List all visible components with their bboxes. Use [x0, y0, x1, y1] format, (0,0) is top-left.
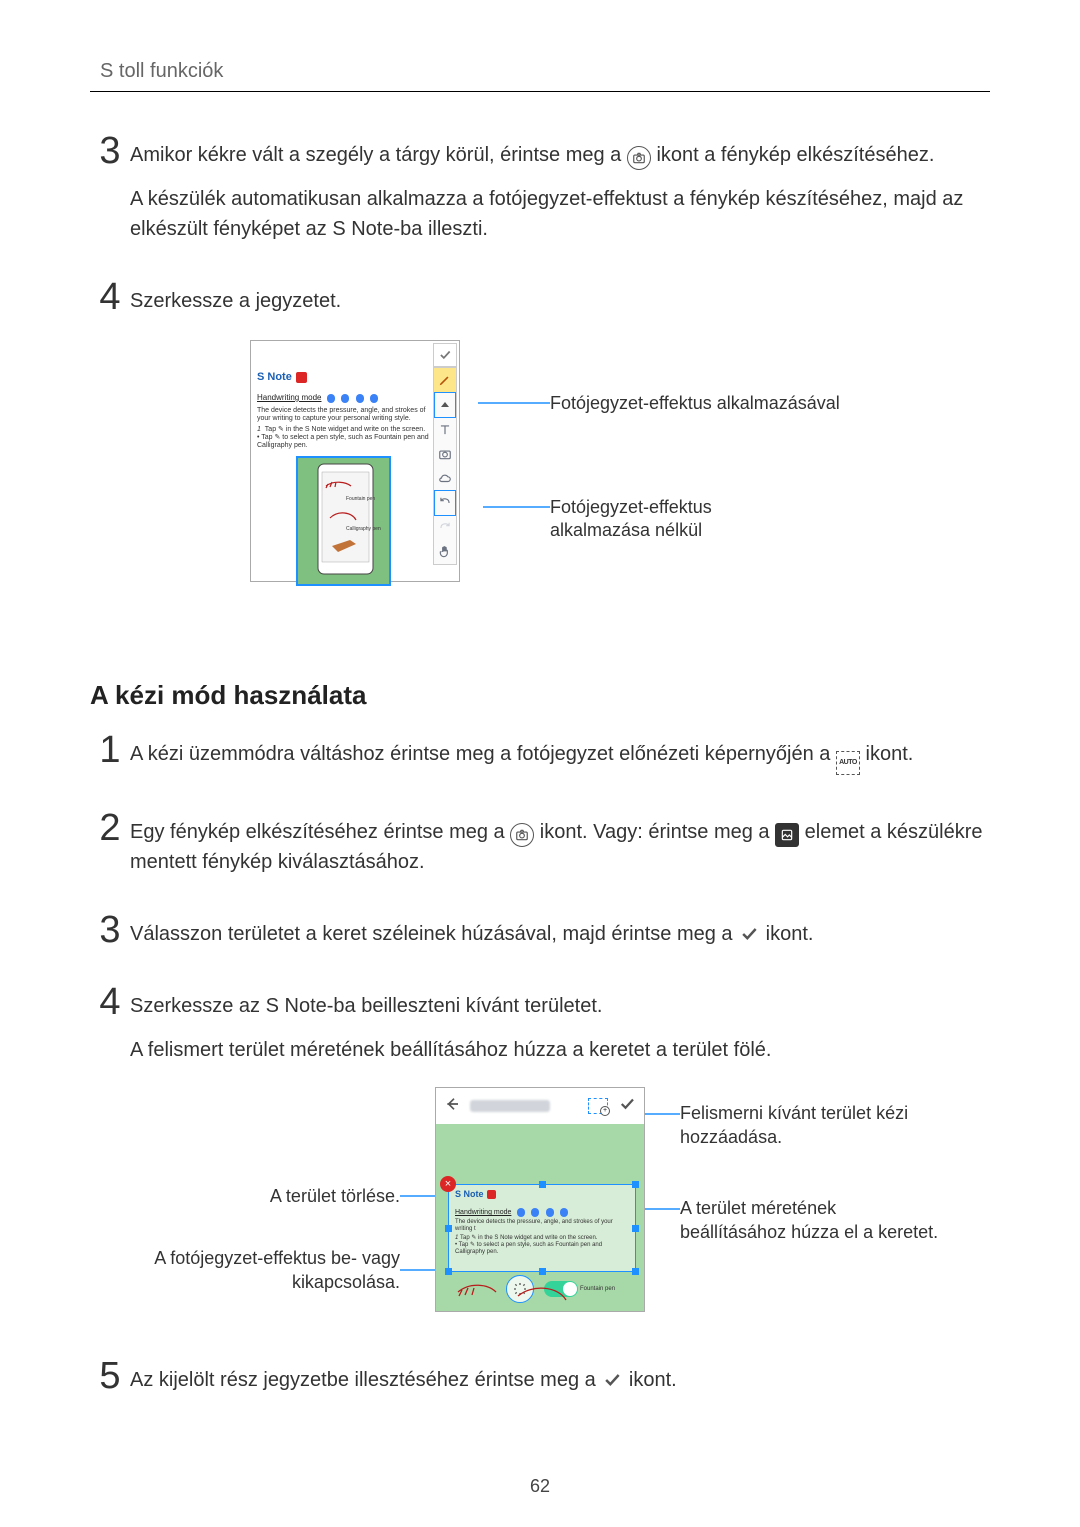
add-area-icon: +: [588, 1098, 608, 1114]
text: Szerkessze az S Note-ba beilleszteni kív…: [130, 991, 990, 1021]
step-bottom-4: 4 Szerkessze az S Note-ba beilleszteni k…: [90, 983, 990, 1079]
step-body: Válasszon területet a keret széleinek hú…: [130, 911, 990, 963]
check-icon: [618, 1095, 636, 1118]
badge-icon: [517, 1208, 525, 1217]
text: A kézi üzemmódra váltáshoz érintse meg a…: [130, 743, 836, 765]
camera-icon: [434, 442, 456, 466]
step-bottom-1: 1 A kézi üzemmódra váltáshoz érintse meg…: [90, 731, 990, 789]
badge-icon: [560, 1208, 568, 1217]
snote-title: S Note: [455, 1189, 484, 1199]
up-triangle-icon: [434, 392, 456, 418]
cloud-icon: [434, 466, 456, 490]
desc: 1 Tap ✎ in the S Note widget and write o…: [455, 1235, 629, 1256]
callout-delete-area: A terület törlése.: [150, 1185, 400, 1208]
check-icon: [433, 343, 457, 367]
text: ikont a fénykép elkészítéséhez.: [656, 144, 934, 166]
undo-icon: [434, 490, 456, 516]
text: Válasszon területet a keret széleinek hú…: [130, 923, 738, 945]
step-bottom-3: 3 Válasszon területet a keret széleinek …: [90, 911, 990, 963]
gallery-icon: [775, 823, 799, 847]
camera-icon: [627, 146, 651, 170]
auto-icon: AUTO: [836, 751, 860, 775]
text: ikont.: [629, 1369, 677, 1391]
step-top-3: 3 Amikor kékre vált a szegély a tárgy kö…: [90, 132, 990, 258]
pen-icon: [434, 368, 456, 392]
badge-icon: [356, 394, 364, 403]
check-icon: [738, 923, 760, 945]
check-icon: [601, 1369, 623, 1391]
badge-icon: [341, 394, 349, 403]
side-toolbar: [433, 367, 457, 565]
text: A készülék automatikusan alkalmazza a fo…: [130, 184, 990, 244]
step-body: Az kijelölt rész jegyzetbe illesztéséhez…: [130, 1357, 990, 1409]
step-body: Szerkessze az S Note-ba beilleszteni kív…: [130, 983, 990, 1079]
text: A felismert terület méretének beállításá…: [130, 1035, 990, 1065]
callout-effect-off: Fotójegyzet-effektus alkalmazása nélkül: [550, 496, 810, 543]
head-rule: [90, 91, 990, 92]
camera-icon: [510, 823, 534, 847]
mode-label: Handwriting mode: [455, 1209, 511, 1216]
mode-label: Handwriting mode: [257, 393, 321, 402]
step-number: 1: [90, 731, 130, 769]
desc: The device detects the pressure, angle, …: [455, 1219, 629, 1233]
page: S toll funkciók 3 Amikor kékre vált a sz…: [0, 0, 1080, 1527]
hand-icon: [434, 540, 456, 564]
badge-icon: [327, 394, 335, 403]
step-number: 3: [90, 132, 130, 170]
step-body: Egy fénykép elkészítéséhez érintse meg a…: [130, 809, 990, 891]
step-body: Szerkessze a jegyzetet.: [130, 278, 990, 330]
back-icon: [444, 1096, 460, 1117]
step-bottom-2: 2 Egy fénykép elkészítéséhez érintse meg…: [90, 809, 990, 891]
step-top-4: 4 Szerkessze a jegyzetet.: [90, 278, 990, 330]
snote-icon: [487, 1190, 496, 1199]
screen-mock: S Note Handwriting mode The device detec…: [250, 340, 460, 582]
desc: 1 Tap ✎ in the S Note widget and write o…: [257, 426, 429, 450]
badge-icon: [370, 394, 378, 403]
screen-mock: +: [435, 1087, 645, 1312]
snote-title: S Note: [257, 371, 292, 383]
text: Szerkessze a jegyzetet.: [130, 286, 990, 316]
text: ikont. Vagy: érintse meg a: [540, 821, 775, 843]
step-number: 5: [90, 1357, 130, 1395]
text: ikont.: [866, 743, 914, 765]
callout-effect-on: Fotójegyzet-effektus alkalmazásával: [550, 392, 850, 415]
text-icon: [434, 418, 456, 442]
redo-icon: [434, 516, 456, 540]
step-number: 3: [90, 911, 130, 949]
callout-resize-area: A terület méretének beállításához húzza …: [680, 1197, 940, 1244]
badge-icon: [546, 1208, 554, 1217]
step-body: A kézi üzemmódra váltáshoz érintse meg a…: [130, 731, 990, 789]
badge-icon: [531, 1208, 539, 1217]
text: Egy fénykép elkészítéséhez érintse meg a: [130, 821, 510, 843]
callout-add-area: Felismerni kívánt terület kézi hozzáadás…: [680, 1102, 930, 1149]
step-number: 4: [90, 278, 130, 316]
svg-text:Fountain pen: Fountain pen: [580, 1286, 615, 1292]
text: Az kijelölt rész jegyzetbe illesztéséhez…: [130, 1369, 601, 1391]
callout-toggle-effect: A fotójegyzet-effektus be- vagy kikapcso…: [110, 1247, 400, 1294]
text: ikont.: [766, 923, 814, 945]
step-number: 4: [90, 983, 130, 1021]
page-number: 62: [0, 1476, 1080, 1497]
inserted-photo: Fountain pen Calligraphy pen: [296, 456, 391, 586]
step-body: Amikor kékre vált a szegély a tárgy körü…: [130, 132, 990, 258]
step-number: 2: [90, 809, 130, 847]
selection-frame: × S Note Handwriting mode: [448, 1184, 636, 1272]
figure-2: A terület törlése. A fotójegyzet-effektu…: [90, 1087, 990, 1327]
svg-text:Fountain pen: Fountain pen: [346, 496, 375, 502]
section-heading-manual-mode: A kézi mód használata: [90, 680, 990, 711]
figure-1: S Note Handwriting mode The device detec…: [190, 340, 790, 600]
step-bottom-5: 5 Az kijelölt rész jegyzetbe illesztéséh…: [90, 1357, 990, 1409]
snote-icon: [296, 372, 307, 383]
running-head: S toll funkciók: [100, 60, 990, 83]
svg-text:Calligraphy pen: Calligraphy pen: [346, 526, 381, 532]
text: Amikor kékre vált a szegély a tárgy körü…: [130, 144, 627, 166]
title-blur: [470, 1100, 550, 1112]
desc: The device detects the pressure, angle, …: [257, 407, 429, 423]
